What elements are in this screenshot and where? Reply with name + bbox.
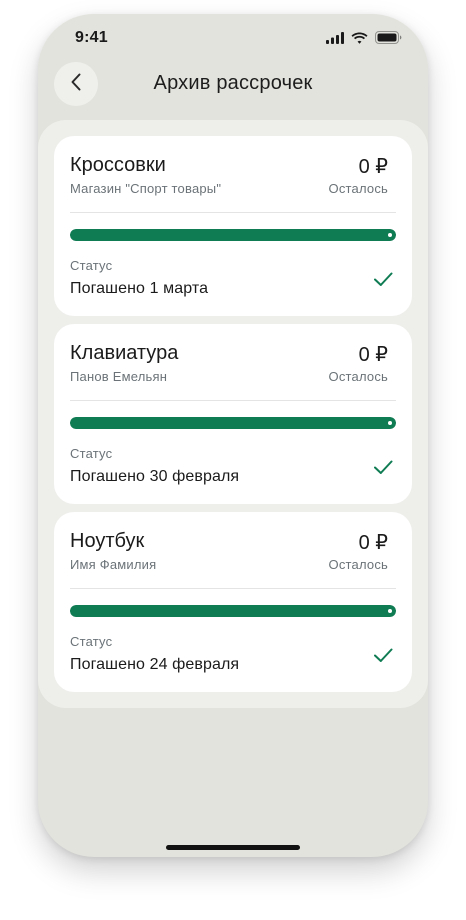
installment-name: Ноутбук bbox=[70, 530, 145, 552]
progress-bar bbox=[70, 417, 396, 429]
progress-end-dot bbox=[388, 421, 392, 425]
signal-icon bbox=[326, 31, 344, 49]
status-value: Погашено 24 февраля bbox=[70, 656, 240, 673]
wifi-icon bbox=[351, 31, 368, 49]
card-divider bbox=[70, 400, 396, 401]
status-icons bbox=[326, 31, 402, 49]
installment-name: Клавиатура bbox=[70, 342, 179, 364]
installment-card[interactable]: Кроссовки 0 ₽ Магазин "Спорт товары" Ост… bbox=[54, 136, 412, 316]
installment-card[interactable]: Ноутбук 0 ₽ Имя Фамилия Осталось Статус … bbox=[54, 512, 412, 692]
installment-seller: Имя Фамилия bbox=[70, 557, 157, 572]
installment-seller: Панов Емельян bbox=[70, 369, 168, 384]
remaining-label: Осталось bbox=[328, 557, 388, 572]
progress-fill bbox=[70, 229, 396, 241]
check-icon bbox=[372, 268, 394, 290]
status-time: 9:41 bbox=[75, 29, 108, 46]
progress-end-dot bbox=[388, 233, 392, 237]
status-label: Статус bbox=[70, 258, 113, 273]
installments-list: Кроссовки 0 ₽ Магазин "Спорт товары" Ост… bbox=[38, 120, 428, 708]
installment-amount: 0 ₽ bbox=[358, 344, 388, 366]
card-divider bbox=[70, 588, 396, 589]
status-label: Статус bbox=[70, 634, 113, 649]
installment-name: Кроссовки bbox=[70, 154, 166, 176]
installment-card[interactable]: Клавиатура 0 ₽ Панов Емельян Осталось Ст… bbox=[54, 324, 412, 504]
home-indicator[interactable] bbox=[166, 845, 300, 850]
installment-seller: Магазин "Спорт товары" bbox=[70, 181, 222, 196]
remaining-label: Осталось bbox=[328, 369, 388, 384]
page-title: Архив рассрочек bbox=[153, 72, 313, 94]
installment-amount: 0 ₽ bbox=[358, 156, 388, 178]
progress-bar bbox=[70, 605, 396, 617]
progress-fill bbox=[70, 417, 396, 429]
status-label: Статус bbox=[70, 446, 113, 461]
status-value: Погашено 30 февраля bbox=[70, 468, 240, 485]
check-icon bbox=[372, 644, 394, 666]
status-value: Погашено 1 марта bbox=[70, 280, 209, 297]
check-icon bbox=[372, 456, 394, 478]
card-divider bbox=[70, 212, 396, 213]
progress-fill bbox=[70, 605, 396, 617]
progress-end-dot bbox=[388, 609, 392, 613]
status-bar: 9:41 bbox=[38, 14, 428, 62]
phone-screen: 9:41 Архив рассрочек Кроссовки 0 ₽ Магаз… bbox=[38, 14, 428, 857]
header: Архив рассрочек bbox=[38, 62, 428, 122]
battery-icon bbox=[375, 31, 402, 49]
progress-bar bbox=[70, 229, 396, 241]
remaining-label: Осталось bbox=[328, 181, 388, 196]
installment-amount: 0 ₽ bbox=[358, 532, 388, 554]
